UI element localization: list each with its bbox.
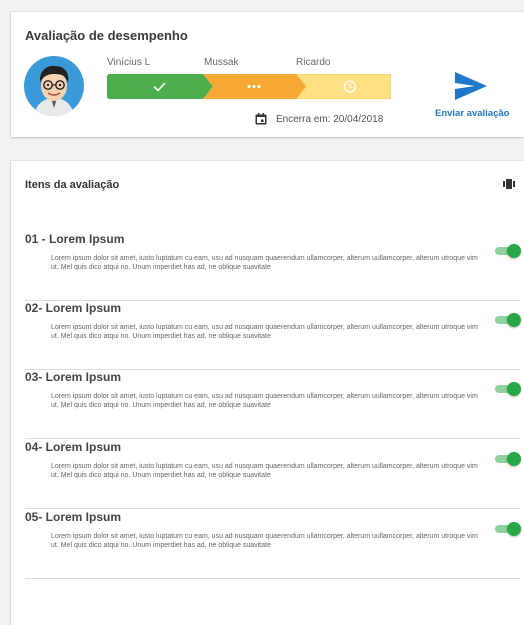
item-description: Lorem ipsum dolor sit amet, iusto luptat… (51, 324, 478, 340)
item-description: Lorem ipsum dolor sit amet, iusto luptat… (51, 393, 478, 409)
item-toggle[interactable] (493, 313, 521, 327)
step-name-2: Mussak (204, 57, 239, 68)
item-title: 05- Lorem Ipsum (25, 510, 122, 524)
item-description: Lorem ipsum dolor sit amet, iusto luptat… (51, 255, 478, 271)
step-complete-segment (107, 74, 213, 99)
calendar-icon (255, 113, 267, 125)
approval-pipeline (107, 74, 391, 99)
send-icon (455, 72, 487, 100)
list-item: 04- Lorem Ipsum Lorem ipsum dolor sit am… (25, 440, 521, 509)
item-toggle[interactable] (493, 382, 521, 396)
avatar (24, 56, 84, 116)
send-evaluation-button[interactable]: Enviar avaliação (431, 68, 521, 128)
evaluation-header-card: Avaliação de desempenho Vinícius L Mussa… (11, 12, 524, 137)
item-toggle[interactable] (493, 452, 521, 466)
evaluation-items-card: Itens da avaliação 01 - Lorem Ipsum Lore… (11, 161, 524, 625)
item-title: 01 - Lorem Ipsum (25, 232, 125, 246)
send-evaluation-label: Enviar avaliação (435, 108, 510, 119)
step-pending-segment (295, 74, 391, 99)
dots-icon (247, 84, 261, 89)
items-section-title: Itens da avaliação (25, 179, 120, 191)
list-item: 05- Lorem Ipsum Lorem ipsum dolor sit am… (25, 510, 521, 579)
item-title: 03- Lorem Ipsum (25, 370, 122, 384)
item-title: 02- Lorem Ipsum (25, 301, 122, 315)
item-toggle[interactable] (493, 522, 521, 536)
page-title: Avaliação de desempenho (25, 28, 188, 43)
step-name-1: Vinícius L (107, 57, 151, 68)
item-description: Lorem ipsum dolor sit amet, iusto luptat… (51, 533, 478, 549)
item-title: 04- Lorem Ipsum (25, 440, 122, 454)
item-description: Lorem ipsum dolor sit amet, iusto luptat… (51, 463, 478, 479)
list-item: 03- Lorem Ipsum Lorem ipsum dolor sit am… (25, 370, 521, 439)
deadline-text: Encerra em: 20/04/2018 (276, 114, 384, 125)
item-toggle[interactable] (493, 244, 521, 258)
collapse-icon[interactable] (503, 179, 515, 189)
step-name-3: Ricardo (296, 57, 331, 68)
list-item: 01 - Lorem Ipsum Lorem ipsum dolor sit a… (25, 232, 521, 301)
list-item: 02- Lorem Ipsum Lorem ipsum dolor sit am… (25, 301, 521, 370)
